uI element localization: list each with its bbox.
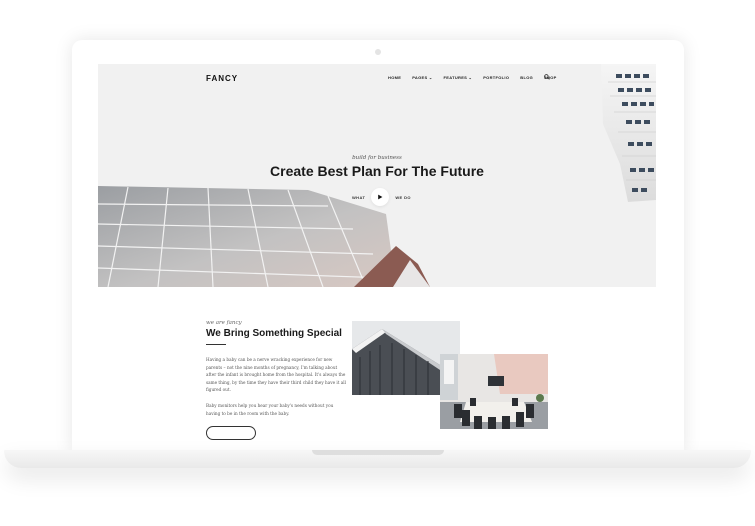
hero-title: Create Best Plan For The Future	[270, 163, 484, 179]
play-button[interactable]	[371, 188, 390, 206]
play-label-left: WHAT	[352, 194, 366, 200]
hero-subtitle: build for business	[352, 155, 402, 161]
intro-title: We Bring Something Special	[206, 328, 342, 339]
laptop-camera	[375, 49, 381, 55]
intro-eyebrow: we are fancy	[206, 320, 242, 326]
play-icon	[378, 194, 383, 200]
laptop-base-notch	[312, 450, 444, 455]
search-icon[interactable]	[544, 74, 550, 80]
intro-section: we are fancy We Bring Something Special …	[98, 287, 656, 450]
intro-paragraph-1: Having a baby can be a nerve wracking ex…	[206, 357, 346, 393]
nav-item-portfolio[interactable]: PORTFOLIO	[483, 75, 509, 80]
nav-item-blog[interactable]: BLOG	[520, 75, 533, 80]
site-logo[interactable]: FANCY	[206, 74, 238, 83]
hero-play-group: WHAT WE DO	[352, 188, 411, 206]
read-more-button[interactable]	[206, 426, 256, 440]
intro-paragraph-2: Baby monitors help you hear your baby's …	[206, 403, 334, 416]
nav-item-home[interactable]: HOME	[388, 75, 401, 80]
meeting-room-photo	[440, 354, 548, 429]
nav-menu: HOME PAGES ⌄ FEATURES ⌄ PORTFOLIO BLOG S…	[388, 75, 557, 80]
title-underline	[206, 344, 226, 345]
play-label-right: WE DO	[395, 194, 411, 200]
hero-section: FANCY HOME PAGES ⌄ FEATURES ⌄ PORTFOLIO …	[98, 64, 656, 287]
nav-item-pages[interactable]: PAGES ⌄	[412, 75, 432, 80]
nav-item-features[interactable]: FEATURES ⌄	[443, 75, 472, 80]
laptop-mockup: FANCY HOME PAGES ⌄ FEATURES ⌄ PORTFOLIO …	[0, 0, 755, 526]
top-navigation: FANCY HOME PAGES ⌄ FEATURES ⌄ PORTFOLIO …	[98, 64, 656, 92]
